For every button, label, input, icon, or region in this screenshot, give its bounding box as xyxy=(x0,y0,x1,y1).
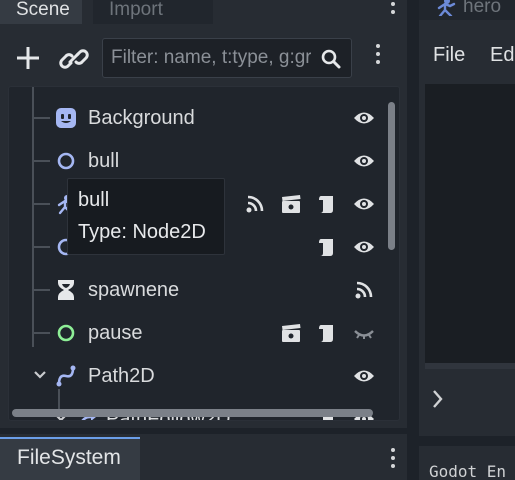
editor-viewport[interactable] xyxy=(425,84,515,369)
character-icon xyxy=(437,0,456,16)
filesystem-dock: FileSystem xyxy=(0,434,407,480)
script-editor-panel: hero File Ed xyxy=(419,0,515,436)
tree-branch xyxy=(32,203,50,205)
tree-row-background[interactable]: Background xyxy=(9,98,389,138)
node-label: Background xyxy=(88,107,195,129)
tree-row-pause[interactable]: pause xyxy=(9,313,389,353)
filesystem-menu-kebab-icon[interactable] xyxy=(391,448,395,472)
tooltip-node-type: Type: Node2D xyxy=(78,221,206,243)
tree-row-spawnene[interactable]: spawnene xyxy=(9,270,389,310)
scene-dock: Scene Import Filter: name, t:type, g:gro… xyxy=(0,0,407,428)
signal-icon[interactable] xyxy=(353,279,375,301)
instance-scene-button[interactable] xyxy=(58,44,90,74)
scene-toolbar xyxy=(0,30,407,84)
visibility-eye-icon[interactable] xyxy=(353,107,375,129)
visibility-eye-icon[interactable] xyxy=(353,365,375,387)
tab-label: hero xyxy=(463,0,502,17)
script-icon[interactable] xyxy=(316,236,338,258)
scene-menu-kebab-icon[interactable] xyxy=(376,44,380,68)
tree-row-bull[interactable]: bull xyxy=(9,141,389,181)
tab-hero-scene[interactable]: hero xyxy=(419,0,515,20)
tooltip-node-name: bull xyxy=(78,189,110,211)
editor-root: Scene Import Filter: name, t:type, g:gro… xyxy=(0,0,515,480)
menu-file[interactable]: File xyxy=(433,44,465,67)
search-icon xyxy=(321,49,341,69)
clapper-icon[interactable] xyxy=(280,193,302,215)
tree-vertical-scrollbar[interactable] xyxy=(388,102,395,250)
visibility-eye-icon[interactable] xyxy=(353,193,375,215)
tab-scene[interactable]: Scene xyxy=(0,0,82,24)
tree-branch xyxy=(32,117,50,119)
chevron-down-icon[interactable] xyxy=(32,367,48,383)
plus-icon xyxy=(17,47,39,69)
tab-import[interactable]: Import xyxy=(93,0,213,24)
node-label: pause xyxy=(88,322,143,344)
tab-filesystem[interactable]: FileSystem xyxy=(0,437,140,480)
node-label: Path2D xyxy=(88,365,155,387)
output-panel: Godot En xyxy=(419,446,515,480)
add-node-button[interactable] xyxy=(12,42,44,74)
tree-branch xyxy=(32,246,50,248)
visibility-hidden-icon[interactable] xyxy=(353,322,375,344)
output-text: Godot En xyxy=(429,462,507,480)
tree-branch xyxy=(32,289,50,291)
script-icon[interactable] xyxy=(316,193,338,215)
dock-menu-kebab-icon[interactable] xyxy=(391,2,395,18)
tree-row-path2d[interactable]: Path2D xyxy=(9,356,389,396)
link-icon xyxy=(59,49,89,69)
chevron-right-icon[interactable] xyxy=(431,388,445,417)
path2d-icon xyxy=(56,365,76,387)
node-label: spawnene xyxy=(88,279,180,301)
hourglass-timer-icon xyxy=(58,280,74,300)
control-circle-icon xyxy=(57,324,75,342)
signal-icon[interactable] xyxy=(244,193,266,215)
panel-face-icon xyxy=(56,108,76,128)
filter-input[interactable] xyxy=(111,45,311,71)
visibility-eye-icon[interactable] xyxy=(353,236,375,258)
node-tooltip: bull Type: Node2D xyxy=(67,178,225,255)
node2d-circle-icon xyxy=(57,152,75,170)
tree-branch xyxy=(32,332,50,334)
visibility-eye-icon[interactable] xyxy=(353,150,375,172)
filter-field[interactable] xyxy=(102,38,352,78)
node-label: bull xyxy=(88,150,120,172)
tree-branch xyxy=(32,160,50,162)
menu-edit[interactable]: Ed xyxy=(490,44,514,67)
tree-horizontal-scrollbar[interactable] xyxy=(12,409,373,417)
clapper-icon[interactable] xyxy=(280,322,302,344)
script-icon[interactable] xyxy=(316,322,338,344)
